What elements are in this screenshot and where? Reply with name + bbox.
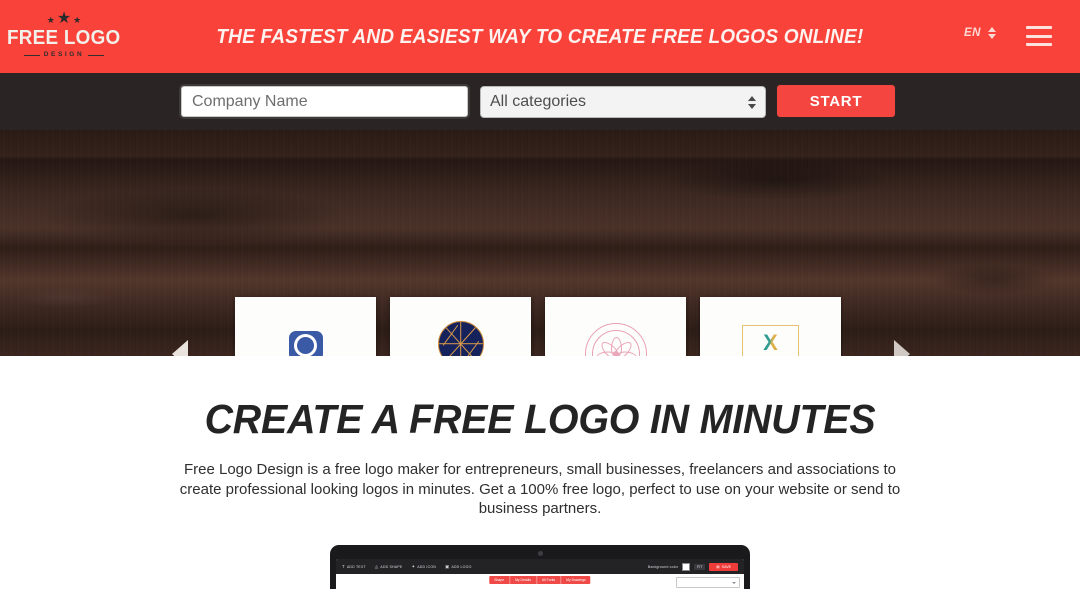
header-tagline: THE FASTEST AND EASIEST WAY TO CREATE FR… — [0, 0, 1080, 73]
logo-rule-left — [23, 54, 40, 56]
star-icon: ★ — [46, 14, 55, 25]
tab-my-drawings[interactable]: My Drawings — [561, 576, 591, 584]
category-select[interactable]: All categories — [480, 86, 766, 118]
intro-paragraph: Free Logo Design is a free logo maker fo… — [179, 461, 901, 517]
save-button[interactable]: ▤ SAVE — [709, 562, 738, 571]
logo-title: FREE LOGO — [7, 25, 121, 49]
page-title: CREATE A FREE LOGO IN MINUTES — [204, 396, 876, 442]
camera-logo-card[interactable]: Company Name — [235, 297, 376, 356]
logo-carousel: Company Name COMPANY NAME — [0, 130, 1080, 356]
logo-icon: ▣ — [445, 563, 450, 569]
hamburger-menu-icon[interactable] — [1026, 26, 1052, 46]
editor-screen: T ADD TEXT ◬ ADD SHAPE ✦ ADD ICON ▣ ADD … — [336, 559, 744, 589]
background-color-swatch[interactable] — [682, 562, 691, 571]
monogram-letter: X — [763, 329, 778, 355]
editor-canvas: Shape My Details All Fonts My Drawings — [336, 574, 744, 589]
add-text-tool[interactable]: T ADD TEXT — [342, 564, 366, 569]
page-root: ★ ★ ★ FREE LOGO DESIGN THE FASTEST AND E… — [0, 0, 1080, 589]
star-icon: ★ — [56, 9, 72, 27]
basketball-icon — [437, 320, 484, 356]
site-logo[interactable]: ★ ★ ★ FREE LOGO DESIGN — [7, 8, 120, 64]
category-select-value: All categories — [490, 93, 587, 110]
fit-button[interactable]: FIT — [694, 563, 706, 570]
language-selector[interactable]: EN — [964, 27, 996, 39]
updown-arrows-icon — [988, 27, 996, 39]
logo-rule-right — [88, 54, 105, 56]
monogram-logo-card[interactable]: X COMPANY NAME — [700, 297, 841, 356]
editor-side-panel[interactable] — [676, 577, 740, 588]
start-button[interactable]: START — [777, 85, 895, 117]
editor-toolbar-right: Background color FIT ▤ SAVE — [647, 562, 738, 571]
laptop-preview: T ADD TEXT ◬ ADD SHAPE ✦ ADD ICON ▣ ADD … — [330, 545, 750, 589]
save-icon: ▤ — [716, 564, 720, 569]
add-icon-tool[interactable]: ✦ ADD ICON — [411, 564, 436, 570]
header-tagline-text: THE FASTEST AND EASIEST WAY TO CREATE FR… — [216, 24, 864, 48]
add-icon-label: ADD ICON — [417, 564, 437, 569]
editor-tabs: Shape My Details All Fonts My Drawings — [489, 576, 591, 584]
add-logo-tool[interactable]: ▣ ADD LOGO — [445, 564, 471, 570]
site-header: ★ ★ ★ FREE LOGO DESIGN THE FASTEST AND E… — [0, 0, 1080, 73]
star-icon: ★ — [73, 14, 82, 25]
tab-my-details[interactable]: My Details — [510, 576, 537, 584]
text-icon: T — [342, 564, 345, 569]
logo-subtitle-row: DESIGN — [23, 51, 105, 59]
basketball-logo-card[interactable]: COMPANY NAME — [390, 297, 531, 356]
language-value: EN — [964, 27, 981, 39]
compass-logo-card[interactable]: COMPANY NAME — [545, 297, 686, 356]
shape-icon: ◬ — [374, 563, 379, 569]
add-shape-tool[interactable]: ◬ ADD SHAPE — [375, 564, 403, 570]
webcam-icon — [537, 551, 543, 556]
camera-icon — [288, 330, 323, 356]
letter-x-icon: X COMPANY NAME — [742, 325, 799, 356]
tab-shape[interactable]: Shape — [489, 576, 511, 584]
chevron-right-icon[interactable] — [894, 340, 910, 356]
updown-arrows-icon — [748, 95, 756, 109]
add-logo-label: ADD LOGO — [451, 564, 472, 569]
company-name-input[interactable] — [181, 86, 468, 117]
chevron-left-icon[interactable] — [172, 340, 188, 356]
add-shape-label: ADD SHAPE — [380, 564, 403, 569]
logo-subtitle: DESIGN — [43, 51, 85, 58]
compass-wheel-icon: COMPANY NAME — [584, 322, 647, 356]
add-text-label: ADD TEXT — [346, 564, 366, 569]
save-label: SAVE — [721, 564, 731, 569]
tab-all-fonts[interactable]: All Fonts — [537, 576, 562, 584]
icon-icon: ✦ — [411, 563, 416, 569]
editor-toolbar: T ADD TEXT ◬ ADD SHAPE ✦ ADD ICON ▣ ADD … — [336, 559, 744, 574]
background-color-label: Background color — [647, 564, 679, 569]
